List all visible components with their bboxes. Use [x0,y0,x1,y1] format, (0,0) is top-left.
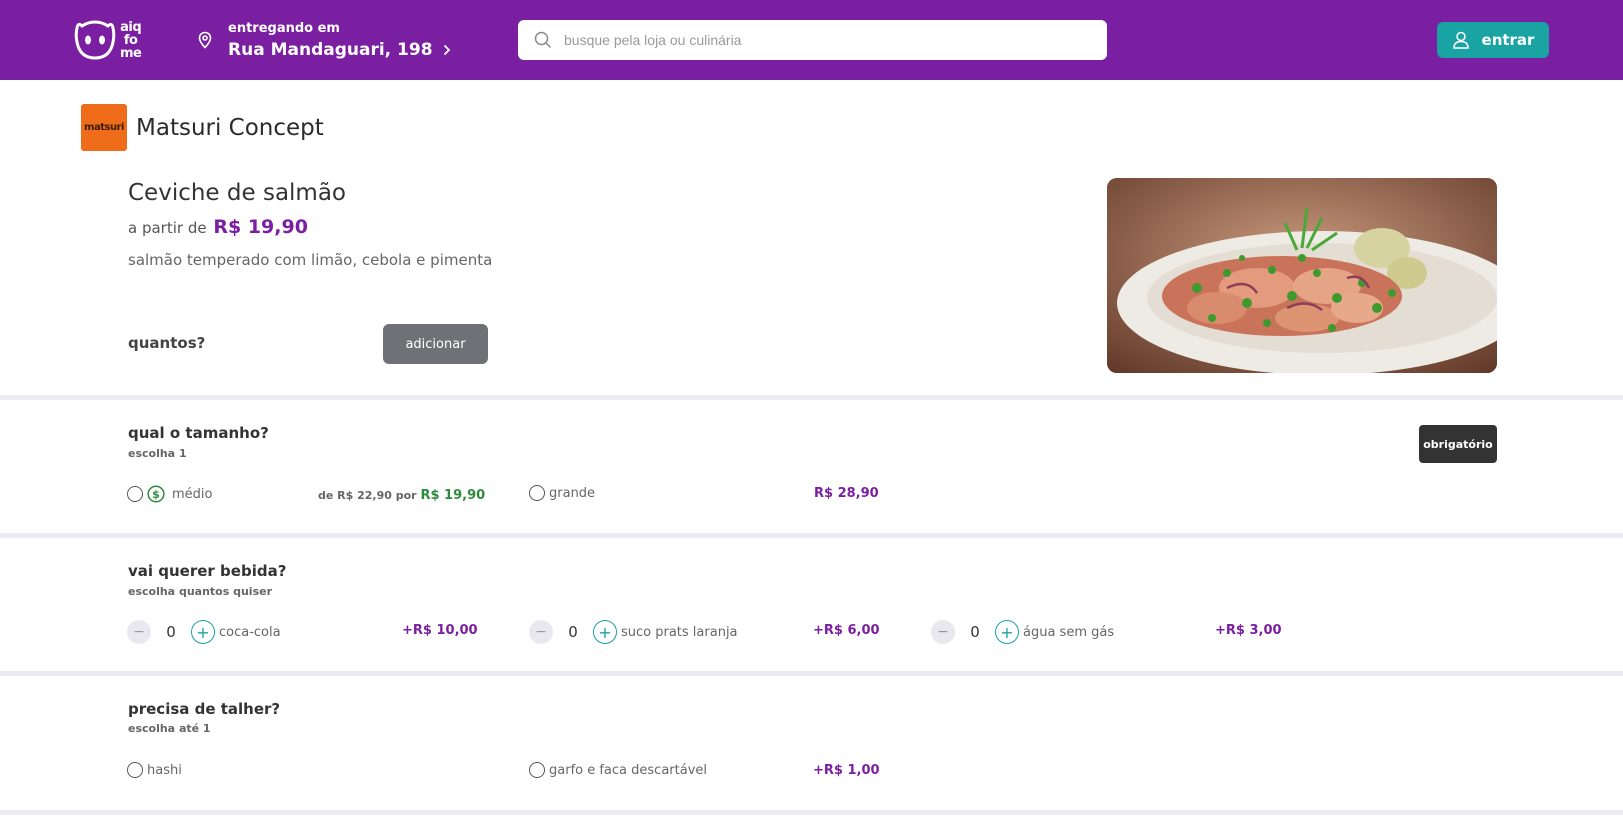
product-photo [1107,178,1497,373]
delivering-label: entregando em [228,20,340,36]
search-icon [534,31,552,49]
quantity-label: quantos? [128,334,206,352]
option-label: coca-cola [219,624,281,640]
search-bar[interactable] [518,20,1107,60]
cutlery-section-subtitle: escolha até 1 [128,722,211,735]
promo-price: R$ 19,90 [420,488,486,503]
drink-option-suco: − 0 + suco prats laranja [529,620,738,644]
svg-text:$: $ [152,488,160,501]
decrement-button[interactable]: − [127,620,151,644]
option-label: hashi [147,762,182,778]
cutlery-option-garfo-faca[interactable]: garfo e faca descartável [529,762,707,778]
size-grande-price: R$ 28,90 [814,486,879,501]
quantity-value: 0 [568,623,578,641]
quantity-value: 0 [166,623,176,641]
user-icon [1452,31,1469,49]
logo-line-3: me [120,45,142,61]
section-divider [0,533,1623,538]
price-prefix: a partir de [128,219,207,237]
address-text-row: Rua Mandaguari, 198 [228,40,451,60]
option-label: suco prats laranja [621,624,738,640]
logo-wordmark: aiq fo me [120,19,142,61]
aiqfome-logo[interactable]: aiq fo me [74,18,154,62]
radio-button[interactable] [127,762,143,778]
drink-option-agua: − 0 + água sem gás [931,620,1114,644]
login-label: entrar [1481,31,1535,49]
quantity-value: 0 [970,623,980,641]
cutlery-option-hashi[interactable]: hashi [127,762,182,778]
option-label: garfo e faca descartável [549,762,707,778]
size-medio-price-row: de R$ 22,90 por R$ 19,90 [318,488,485,503]
logo-line-2: fo [123,32,138,48]
logo-line-1: aiq [120,19,142,35]
drink-option-coca-cola: − 0 + coca-cola [127,620,281,644]
cutlery-section-title: precisa de talher? [128,700,281,718]
top-bar: aiq fo me entregando em Rua Mandaguari, … [0,0,1623,80]
size-section-subtitle: escolha 1 [128,447,187,460]
section-divider [0,671,1623,676]
increment-button[interactable]: + [191,620,215,644]
decrement-button[interactable]: − [529,620,553,644]
option-label: médio [172,486,213,502]
chevron-right-icon [443,44,450,55]
logo-face-icon [74,20,116,60]
login-button[interactable]: entrar [1437,22,1549,58]
drinks-section-subtitle: escolha quantos quiser [128,585,272,598]
radio-button[interactable] [127,486,143,502]
product-title: Ceviche de salmão [128,180,346,206]
decrement-button[interactable]: − [931,620,955,644]
product-price: R$ 19,90 [213,216,308,238]
store-header: matsuri Matsuri Concept [81,104,324,151]
store-logo-text: matsuri [84,122,124,133]
drink-price: +R$ 10,00 [402,623,478,638]
search-input[interactable] [564,32,1084,48]
store-logo[interactable]: matsuri [81,104,127,151]
add-to-cart-button[interactable]: adicionar [383,324,488,364]
size-option-grande[interactable]: grande [529,485,595,501]
option-label: água sem gás [1023,624,1115,640]
size-section-title: qual o tamanho? [128,424,269,442]
radio-button[interactable] [529,762,545,778]
product-price-row: a partir de R$ 19,90 [128,216,308,238]
radio-button[interactable] [529,485,545,501]
product-description: salmão temperado com limão, cebola e pim… [128,251,493,269]
section-divider [0,395,1623,400]
drink-price: +R$ 6,00 [813,623,880,638]
delivery-address-selector[interactable]: entregando em Rua Mandaguari, 198 [196,18,451,62]
old-price: de R$ 22,90 por [318,489,417,502]
promo-dollar-icon: $ [147,485,165,503]
drink-price: +R$ 3,00 [1215,623,1282,638]
map-pin-icon [198,31,212,49]
cutlery-price: +R$ 1,00 [813,763,880,778]
section-divider [0,810,1623,815]
address-text: Rua Mandaguari, 198 [228,39,433,60]
option-label: grande [549,485,596,501]
drinks-section-title: vai querer bebida? [128,562,287,580]
store-name[interactable]: Matsuri Concept [136,115,324,141]
required-badge: obrigatório [1419,425,1497,463]
ceviche-image [1107,178,1497,373]
size-option-medio[interactable]: $ médio [127,485,212,503]
increment-button[interactable]: + [593,620,617,644]
increment-button[interactable]: + [995,620,1019,644]
